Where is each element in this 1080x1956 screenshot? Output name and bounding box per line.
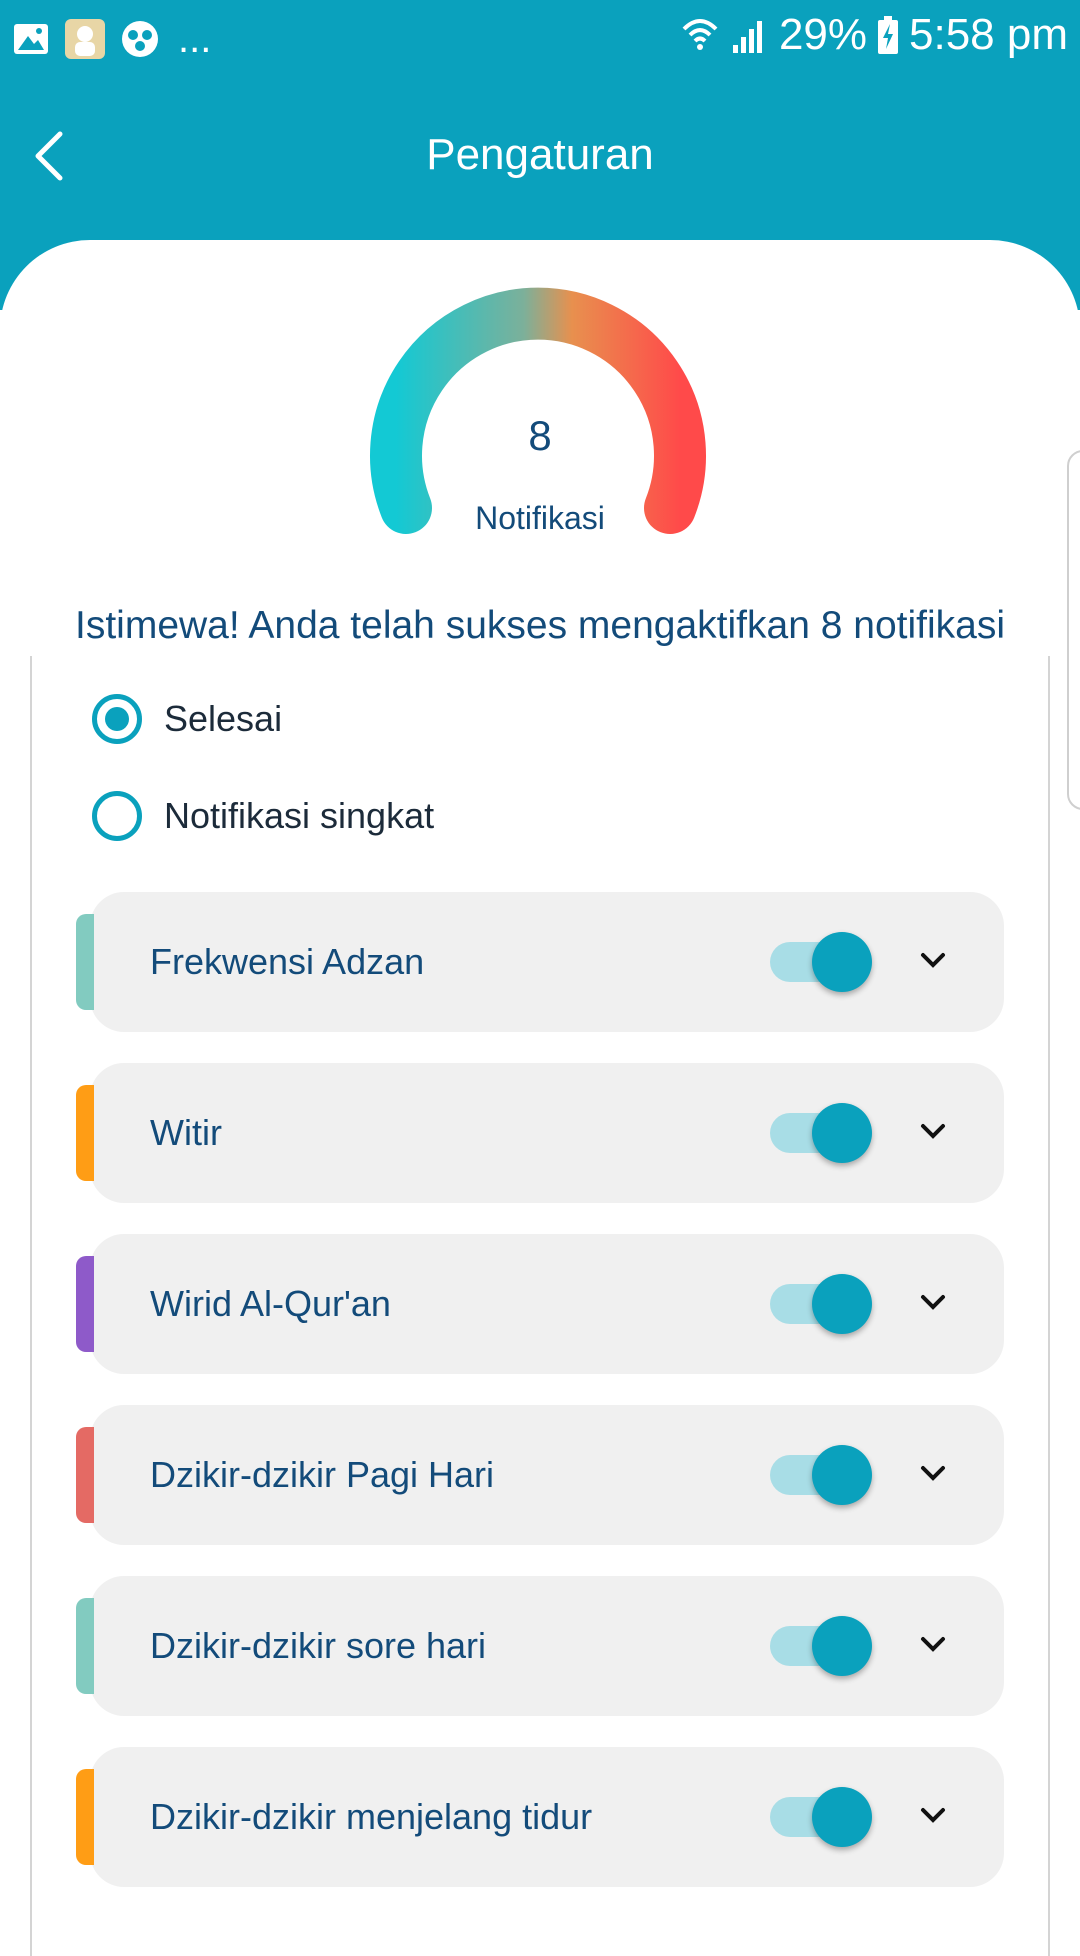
- item-label: Frekwensi Adzan: [150, 941, 425, 982]
- item-label: Witir: [150, 1112, 222, 1153]
- toggle-switch[interactable]: [770, 1616, 872, 1676]
- success-message: Istimewa! Anda telah sukses mengaktifkan…: [75, 604, 1005, 647]
- chevron-down-icon[interactable]: [918, 1632, 948, 1658]
- gauge-value: 8: [528, 412, 552, 459]
- item-label: Dzikir-dzikir sore hari: [150, 1625, 487, 1666]
- toggle-switch[interactable]: [770, 1787, 872, 1847]
- scroll-handle[interactable]: [1067, 450, 1080, 810]
- radio-button-selected[interactable]: [92, 694, 142, 744]
- app-icon: [65, 19, 105, 59]
- chevron-down-icon[interactable]: [918, 1461, 948, 1487]
- toggle-switch[interactable]: [770, 1445, 872, 1505]
- item-label: Dzikir-dzikir menjelang tidur: [150, 1796, 593, 1837]
- radio-label: Selesai: [164, 698, 283, 739]
- chevron-down-icon[interactable]: [918, 1803, 948, 1829]
- radio-label: Notifikasi singkat: [164, 795, 435, 836]
- list-item-frekwensi-adzan[interactable]: Frekwensi Adzan: [76, 892, 1004, 1032]
- list-item-dzikir-menjelang-tidur[interactable]: Dzikir-dzikir menjelang tidur: [76, 1747, 1004, 1887]
- list-item-dzikir-pagi-hari[interactable]: Dzikir-dzikir Pagi Hari: [76, 1405, 1004, 1545]
- list-item-wirid-al-quran[interactable]: Wirid Al-Qur'an: [76, 1234, 1004, 1374]
- item-label: Wirid Al-Qur'an: [150, 1283, 391, 1324]
- status-bar: ... 29% 5:58 pm: [0, 0, 1080, 78]
- chevron-down-icon[interactable]: [918, 948, 948, 974]
- radio-button[interactable]: [92, 791, 142, 841]
- wifi-icon: [682, 19, 718, 50]
- gallery-icon: [14, 24, 48, 54]
- toggle-switch[interactable]: [770, 932, 872, 992]
- item-accent: [76, 914, 94, 1010]
- item-accent: [76, 1598, 94, 1694]
- item-accent: [76, 1427, 94, 1523]
- radio-option-selesai[interactable]: Selesai: [92, 694, 282, 744]
- item-accent: [76, 1085, 94, 1181]
- battery-percent: 29%: [778, 10, 868, 59]
- chevron-down-icon[interactable]: [918, 1119, 948, 1145]
- radio-option-notifikasi-singkat[interactable]: Notifikasi singkat: [92, 791, 434, 841]
- clock: 5:58 pm: [909, 10, 1068, 59]
- item-label: Dzikir-dzikir Pagi Hari: [150, 1454, 495, 1495]
- list-item-dzikir-sore-hari[interactable]: Dzikir-dzikir sore hari: [76, 1576, 1004, 1716]
- overflow-indicator: ...: [178, 17, 212, 61]
- chevron-down-icon[interactable]: [918, 1290, 948, 1316]
- app-icon-2: [122, 21, 158, 57]
- battery-charging-icon: [878, 16, 899, 54]
- gauge-label: Notifikasi: [475, 500, 605, 536]
- item-accent: [76, 1769, 94, 1865]
- page-title: Pengaturan: [426, 130, 654, 179]
- item-accent: [76, 1256, 94, 1352]
- toggle-switch[interactable]: [770, 1274, 872, 1334]
- list-item-witir[interactable]: Witir: [76, 1063, 1004, 1203]
- signal-icon: [732, 21, 762, 53]
- toggle-switch[interactable]: [770, 1103, 872, 1163]
